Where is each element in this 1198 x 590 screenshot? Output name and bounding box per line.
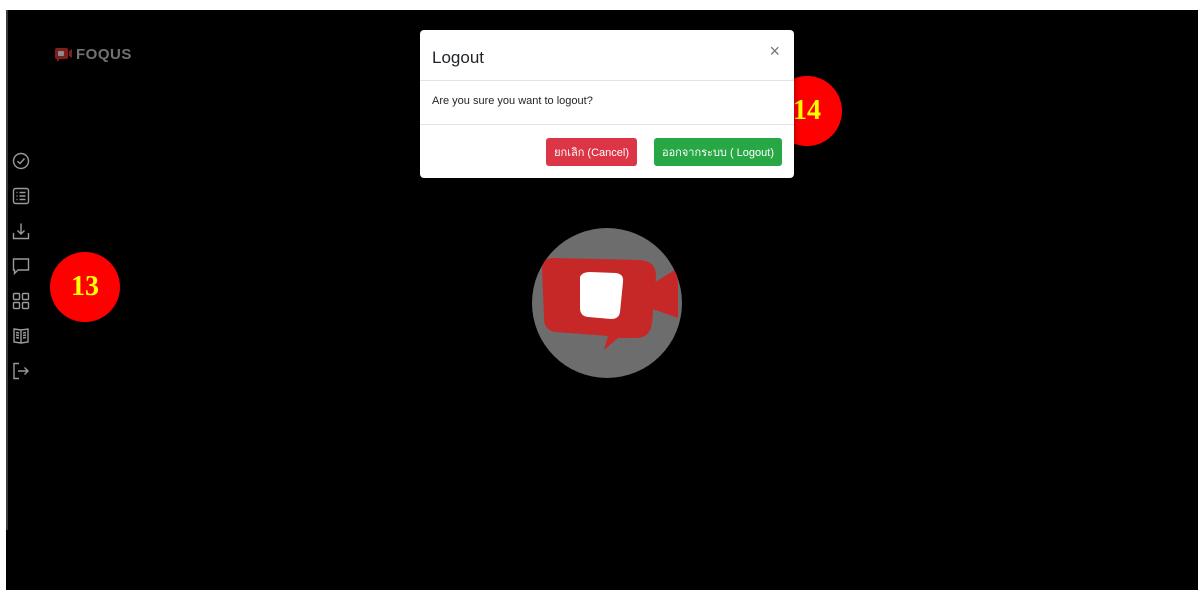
chat-icon	[12, 258, 30, 275]
left-border	[6, 10, 8, 530]
sidebar-item-check[interactable]	[10, 150, 32, 172]
modal-header: Logout ×	[420, 30, 794, 81]
modal-message: Are you sure you want to logout?	[432, 95, 593, 107]
sidebar-item-book[interactable]	[10, 325, 32, 347]
modal-title: Logout	[432, 48, 484, 67]
sidebar-item-chat[interactable]	[10, 255, 32, 277]
check-circle-icon	[12, 152, 30, 170]
logout-icon	[13, 362, 29, 380]
list-icon	[12, 187, 30, 205]
modal-footer: ยกเลิก (Cancel) ออกจากระบบ ( Logout)	[420, 125, 794, 179]
sidebar-item-apps[interactable]	[10, 290, 32, 312]
sidebar-item-list[interactable]	[10, 185, 32, 207]
video-chat-logo-icon	[542, 258, 678, 350]
grid-icon	[12, 292, 30, 310]
sidebar-item-logout[interactable]	[10, 360, 32, 382]
logout-button[interactable]: ออกจากระบบ ( Logout)	[653, 138, 782, 166]
brand-name: FOQUS	[76, 46, 132, 63]
book-icon	[13, 328, 29, 344]
sidebar-item-download[interactable]	[10, 220, 32, 242]
brand-logo: FOQUS	[54, 46, 132, 63]
video-chat-logo-icon	[54, 47, 72, 62]
annotation-badge-13: 13	[50, 252, 120, 322]
cancel-button[interactable]: ยกเลิก (Cancel)	[546, 138, 637, 166]
logout-modal: Logout × Are you sure you want to logout…	[420, 30, 794, 178]
download-icon	[12, 223, 30, 240]
close-icon[interactable]: ×	[769, 42, 780, 60]
sidebar-nav	[10, 150, 36, 395]
center-logo	[532, 228, 682, 378]
modal-body: Are you sure you want to logout?	[420, 81, 794, 125]
